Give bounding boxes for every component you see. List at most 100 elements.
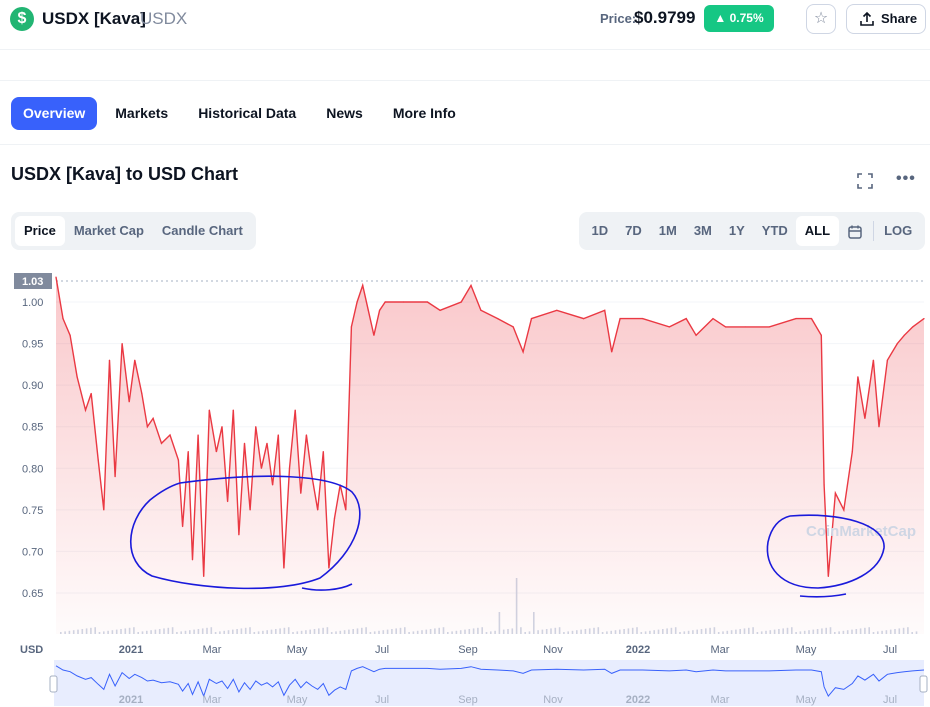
range-7d[interactable]: 7D xyxy=(617,216,651,246)
calendar-icon[interactable] xyxy=(839,216,871,246)
price-point xyxy=(114,476,116,478)
price-point xyxy=(857,376,859,378)
price-point xyxy=(62,318,64,320)
more-options-icon[interactable]: ••• xyxy=(896,170,916,188)
price-value: $0.9799 xyxy=(634,8,696,27)
chart-type-price[interactable]: Price xyxy=(15,216,65,246)
price-point xyxy=(878,426,880,428)
price-point xyxy=(221,426,223,428)
price-point xyxy=(260,467,262,469)
y-tick-label: 0.95 xyxy=(22,339,43,351)
header-bar: $ USDX [Kava] USDX Price: $0.9799 ▲ 0.75… xyxy=(0,0,930,50)
range-1m[interactable]: 1M xyxy=(650,216,685,246)
price-point xyxy=(367,309,369,311)
price-point xyxy=(795,318,797,320)
price-point xyxy=(470,284,472,286)
price-point xyxy=(362,284,364,286)
tab-news[interactable]: News xyxy=(314,97,375,130)
y-tick-label: 1.00 xyxy=(22,297,43,309)
price-point xyxy=(108,359,111,361)
y-tick-label: 0.90 xyxy=(22,380,43,392)
price-point xyxy=(497,318,499,320)
price-point xyxy=(439,309,441,311)
price-chart: 1.00 0.95 0.90 0.85 0.80 0.75 0.70 0.65 1.03 Co… xyxy=(14,273,928,706)
price-point xyxy=(903,334,905,336)
price-point xyxy=(203,575,205,577)
price-point xyxy=(227,500,229,503)
price-point xyxy=(611,351,613,353)
price-point xyxy=(294,409,296,411)
price-point xyxy=(103,509,105,511)
price-point xyxy=(460,301,462,303)
share-icon xyxy=(860,11,874,26)
coin-symbol: USDX xyxy=(140,9,188,28)
divider xyxy=(0,80,930,81)
price-point xyxy=(187,451,189,453)
price-point xyxy=(820,334,822,336)
price-point xyxy=(328,567,330,569)
y-tick-label: 0.75 xyxy=(22,505,43,517)
price-point xyxy=(350,326,353,328)
price-point xyxy=(55,276,57,278)
watchlist-star-button[interactable]: ☆ xyxy=(806,4,836,34)
coin-logo-icon: $ xyxy=(10,7,34,31)
price-point xyxy=(582,318,585,320)
chart-type-switcher: Price Market Cap Candle Chart xyxy=(11,212,256,250)
price-point xyxy=(810,318,813,320)
price-point xyxy=(305,434,308,436)
chart-title: USDX [Kava] to USD Chart xyxy=(11,164,239,184)
price-point xyxy=(288,467,291,469)
x-tick-label: Jul xyxy=(883,644,897,656)
price-point xyxy=(311,476,313,478)
price-point xyxy=(886,359,889,361)
navigator-tick-label: Mar xyxy=(711,694,730,706)
price-point xyxy=(232,409,234,411)
price-point xyxy=(864,417,866,419)
range-3m[interactable]: 3M xyxy=(685,216,720,246)
price-point xyxy=(322,451,324,453)
price-point xyxy=(238,534,240,536)
log-scale-toggle[interactable]: LOG xyxy=(876,216,921,246)
price-label: Price: xyxy=(600,11,637,26)
price-point xyxy=(255,426,257,428)
range-ytd[interactable]: YTD xyxy=(753,216,796,246)
chart-type-candle[interactable]: Candle Chart xyxy=(153,216,252,246)
navigator-tick-label: Jul xyxy=(883,694,897,706)
price-point xyxy=(283,567,285,569)
price-point xyxy=(480,309,482,311)
price-point xyxy=(141,392,143,395)
price-point xyxy=(834,492,836,494)
price-point xyxy=(768,326,770,328)
tab-more-info[interactable]: More Info xyxy=(381,97,468,130)
navigator[interactable] xyxy=(54,660,924,706)
price-point xyxy=(843,509,845,511)
navigator-tick-label: 2022 xyxy=(626,694,650,706)
tab-markets[interactable]: Markets xyxy=(103,97,180,130)
x-tick-label: 2021 xyxy=(119,644,143,656)
tab-overview[interactable]: Overview xyxy=(11,97,98,130)
price-point xyxy=(685,318,687,320)
navigator-handle-left[interactable] xyxy=(49,675,58,693)
price-point xyxy=(712,318,714,320)
page-tabs: Overview Markets Historical Data News Mo… xyxy=(11,97,474,130)
price-point xyxy=(208,409,210,411)
price-point xyxy=(512,326,514,328)
price-point xyxy=(556,309,558,311)
share-button[interactable]: Share xyxy=(846,4,926,34)
tab-historical-data[interactable]: Historical Data xyxy=(186,97,308,130)
range-1y[interactable]: 1Y xyxy=(720,216,753,246)
range-all[interactable]: ALL xyxy=(796,216,839,246)
price-point xyxy=(272,484,274,486)
price-point xyxy=(69,334,71,336)
y-tick-label: 0.70 xyxy=(22,546,43,558)
price-point xyxy=(642,318,644,320)
range-1d[interactable]: 1D xyxy=(583,216,617,246)
navigator-tick-label: Sep xyxy=(458,694,478,706)
fullscreen-icon[interactable] xyxy=(856,172,874,190)
price-point xyxy=(197,434,199,436)
navigator-handle-right[interactable] xyxy=(919,675,928,693)
price-point xyxy=(160,442,163,444)
price-point xyxy=(530,318,533,320)
price-point xyxy=(896,342,898,345)
chart-type-market-cap[interactable]: Market Cap xyxy=(65,216,153,246)
